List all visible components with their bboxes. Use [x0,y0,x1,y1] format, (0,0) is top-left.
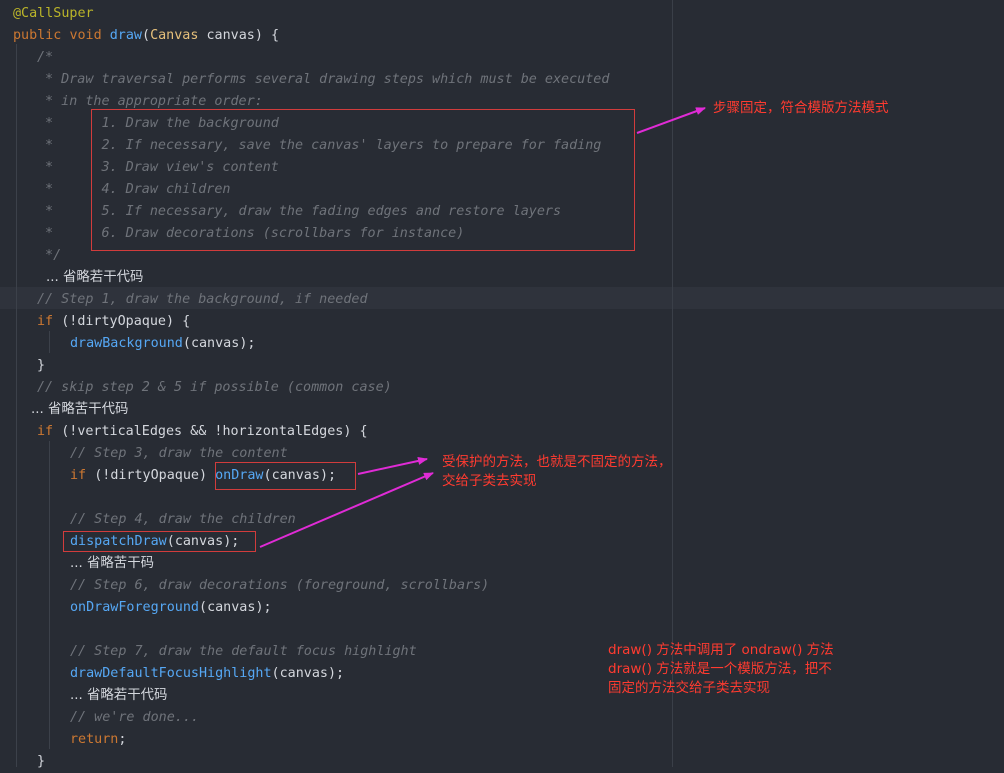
summary-note-line1: draw() 方法中调用了 ondraw() 方法 [608,642,834,658]
summary-note-line2: draw() 方法就是一个模版方法，把不 [608,661,832,677]
steps-note: 步骤固定，符合模版方法模式 [713,100,889,116]
steps-arrow [636,107,706,134]
protected-note-line1: 受保护的方法，也就是不固定的方法， [442,454,672,470]
protected-note-line2: 交给子类去实现 [442,473,537,489]
dispatchdraw-arrow [259,472,434,548]
ondraw-arrow [357,457,428,475]
summary-note-line3: 固定的方法交给子类去实现 [608,680,770,696]
